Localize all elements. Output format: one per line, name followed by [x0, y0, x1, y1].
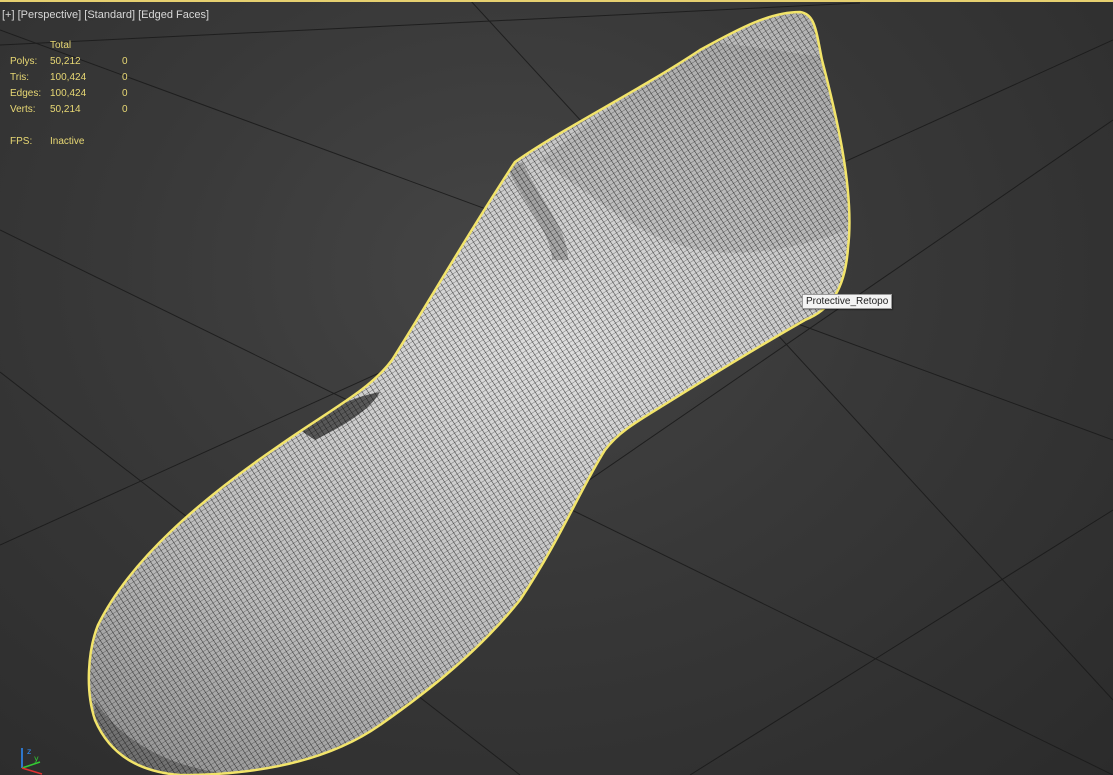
stats-header-row: Total: [10, 40, 142, 56]
viewport-general-menu[interactable]: [+]: [2, 9, 15, 21]
stats-total-value: 50,212: [50, 56, 81, 67]
viewport-label-menu: [+] [Perspective] [Standard] [Edged Face…: [2, 9, 209, 21]
fps-label: FPS:: [10, 136, 33, 147]
viewport-canvas[interactable]: [0, 0, 1113, 775]
fps-readout: FPS: Inactive: [10, 136, 142, 147]
fps-value: Inactive: [50, 136, 85, 147]
stats-selected-value: 0: [122, 88, 128, 99]
viewport-point-of-view-menu[interactable]: [Perspective]: [18, 9, 82, 21]
stats-selected-value: 0: [122, 104, 128, 115]
object-name-tooltip: Protective_Retopo: [802, 294, 893, 309]
viewport-shading-standard-menu[interactable]: [Standard]: [84, 9, 135, 21]
active-viewport-border: [0, 0, 1113, 2]
stats-row-polys: Polys: 50,212 0: [10, 56, 142, 72]
viewport-display-mode-menu[interactable]: [Edged Faces]: [138, 9, 209, 21]
stats-row-verts: Verts: 50,214 0: [10, 104, 142, 120]
stats-row-tris: Tris: 100,424 0: [10, 72, 142, 88]
y-axis-label: y: [34, 754, 39, 763]
z-axis-label: z: [27, 747, 31, 756]
stats-label: Tris:: [10, 72, 30, 83]
stats-row-edges: Edges: 100,424 0: [10, 88, 142, 104]
stats-label: Polys:: [10, 56, 38, 67]
stats-selected-value: 0: [122, 56, 128, 67]
axis-tripod-gizmo: z y: [21, 747, 43, 775]
statistics-overlay: Total Polys: 50,212 0 Tris: 100,424 0 Ed…: [10, 40, 142, 147]
stats-total-value: 100,424: [50, 88, 87, 99]
stats-label: Verts:: [10, 104, 36, 115]
stats-selected-value: 0: [122, 72, 128, 83]
grid-line: [689, 509, 1113, 775]
stats-label: Edges:: [10, 88, 42, 99]
stats-header-total: Total: [50, 40, 72, 51]
stats-total-value: 100,424: [50, 72, 87, 83]
stats-total-value: 50,214: [50, 104, 81, 115]
x-axis-line: [21, 767, 43, 775]
